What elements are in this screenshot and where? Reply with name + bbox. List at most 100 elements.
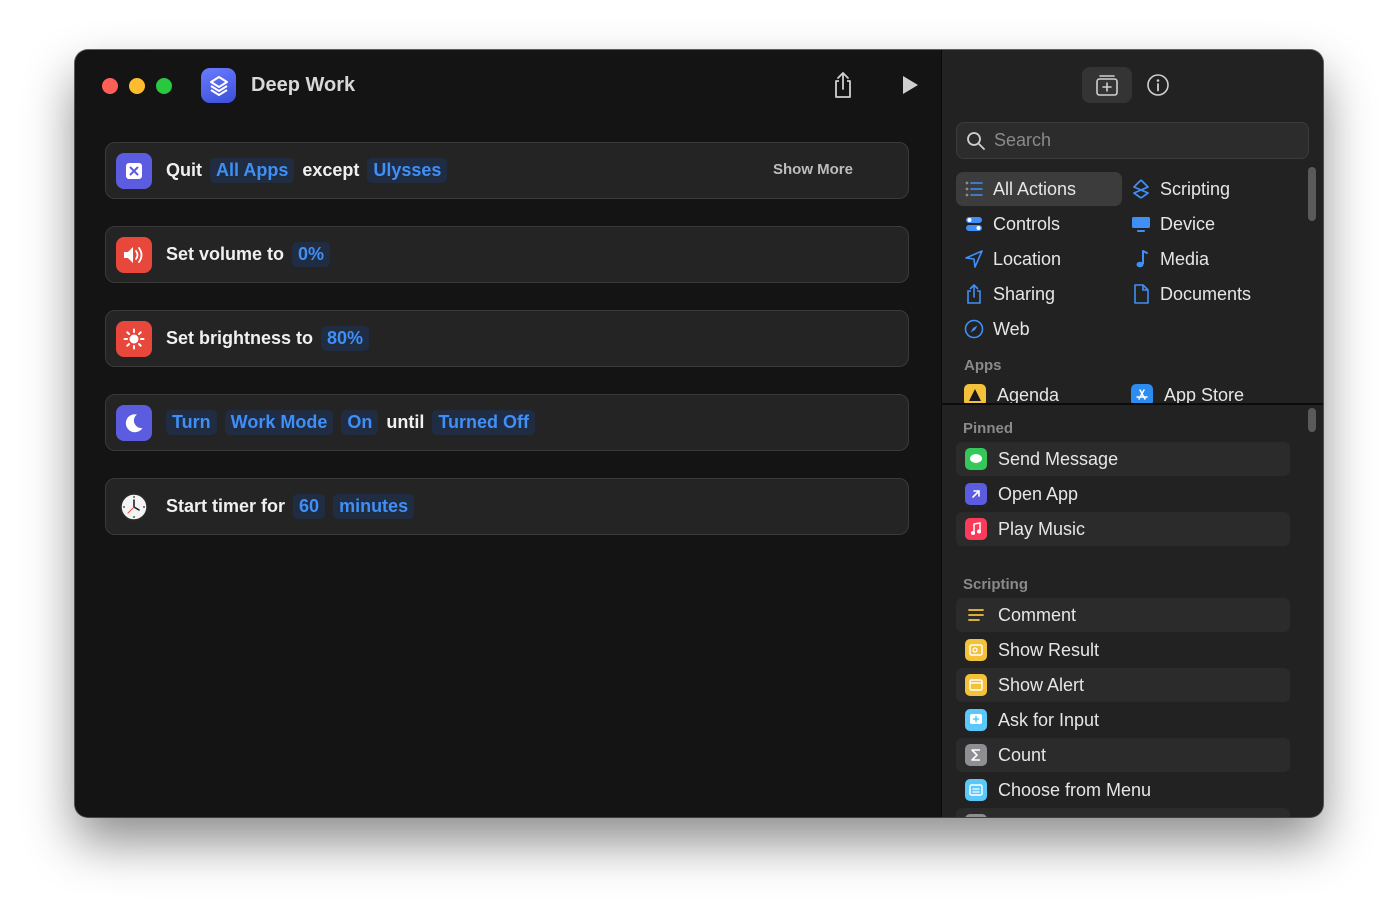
- turn-token[interactable]: Turn: [166, 410, 217, 435]
- search-icon: [967, 131, 985, 150]
- action-ask-for-input[interactable]: Ask for Input: [956, 703, 1290, 737]
- category-media[interactable]: Media: [1123, 242, 1289, 276]
- app-label: Agenda: [997, 384, 1060, 404]
- action-library-sidebar: All Actions Scripting Controls Device: [941, 50, 1323, 817]
- category-documents[interactable]: Documents: [1123, 277, 1289, 311]
- shortcut-editor: Deep Work Quit All Apps except Ulysses S…: [75, 50, 941, 817]
- action-show-alert[interactable]: Show Alert: [956, 668, 1290, 702]
- category-scrollbar[interactable]: [1308, 167, 1316, 221]
- scripting-icon: [1131, 179, 1151, 199]
- speaker-icon: [116, 236, 152, 273]
- ask-input-icon: [965, 709, 987, 731]
- category-label: Scripting: [1160, 178, 1231, 199]
- action-label: Send Message: [998, 448, 1119, 469]
- music-note-icon: [1131, 249, 1151, 269]
- run-button[interactable]: [893, 68, 927, 102]
- quit-app-action[interactable]: Quit All Apps except Ulysses Show More: [105, 142, 909, 199]
- action-search-field[interactable]: [956, 122, 1309, 159]
- action-show-result[interactable]: Show Result: [956, 633, 1290, 667]
- action-count[interactable]: Count: [956, 738, 1290, 772]
- timer-unit-token[interactable]: minutes: [333, 494, 415, 519]
- action-open-app[interactable]: Open App: [956, 477, 1290, 511]
- close-window-button[interactable]: [102, 78, 118, 94]
- comment-lines-icon: [965, 604, 987, 626]
- sigma-icon: [965, 744, 987, 766]
- start-timer-action[interactable]: Start timer for 60 minutes: [105, 478, 909, 535]
- partial-action-icon: [965, 814, 987, 817]
- category-web[interactable]: Web: [956, 312, 1122, 346]
- category-label: Documents: [1160, 283, 1252, 304]
- alert-window-icon: [965, 674, 987, 696]
- moon-icon: [116, 404, 152, 441]
- action-send-message[interactable]: Send Message: [956, 442, 1290, 476]
- until-label: until: [386, 412, 425, 432]
- category-label: Media: [1160, 248, 1210, 269]
- category-controls[interactable]: Controls: [956, 207, 1122, 241]
- brightness-value-token[interactable]: 80%: [321, 326, 370, 351]
- shortcuts-window: Deep Work Quit All Apps except Ulysses S…: [75, 50, 1323, 817]
- category-label: Device: [1160, 213, 1216, 234]
- zoom-window-button[interactable]: [156, 78, 172, 94]
- exception-app-token[interactable]: Ulysses: [367, 158, 448, 183]
- action-library-button[interactable]: [1082, 67, 1132, 103]
- except-label: except: [302, 160, 360, 180]
- minimize-window-button[interactable]: [129, 78, 145, 94]
- app-store-icon: [1131, 384, 1153, 403]
- menu-icon: [965, 779, 987, 801]
- sun-icon: [116, 320, 152, 357]
- category-label: Location: [993, 248, 1062, 269]
- display-icon: [1131, 214, 1151, 234]
- action-comment[interactable]: Comment: [956, 598, 1290, 632]
- category-label: Controls: [993, 213, 1061, 234]
- pane-divider[interactable]: [942, 403, 1323, 405]
- focus-state-token[interactable]: On: [341, 410, 379, 435]
- shortcuts-layers-icon: [209, 75, 228, 96]
- focus-end-token[interactable]: Turned Off: [432, 410, 535, 435]
- category-all-actions[interactable]: All Actions: [956, 172, 1122, 206]
- document-icon: [1131, 284, 1151, 304]
- action-play-music[interactable]: Play Music: [956, 512, 1290, 546]
- show-more-button[interactable]: Show More: [773, 161, 853, 178]
- search-input[interactable]: [994, 130, 1294, 151]
- quit-label: Quit: [166, 160, 202, 180]
- share-icon: [835, 72, 851, 98]
- shortcut-icon[interactable]: [201, 68, 236, 103]
- play-icon: [903, 76, 918, 94]
- set-focus-action[interactable]: Turn Work Mode On until Turned Off: [105, 394, 909, 451]
- action-label: Open App: [998, 483, 1079, 504]
- share-button[interactable]: [826, 68, 860, 102]
- set-brightness-action[interactable]: Set brightness to 80%: [105, 310, 909, 367]
- volume-value-token[interactable]: 0%: [292, 242, 331, 267]
- focus-mode-token[interactable]: Work Mode: [224, 410, 334, 435]
- window-controls: [102, 78, 172, 94]
- app-agenda[interactable]: Agenda: [956, 384, 1059, 403]
- show-result-icon: [965, 639, 987, 661]
- action-label: Comment: [998, 604, 1077, 625]
- action-choose-from-menu[interactable]: Choose from Menu: [956, 773, 1290, 807]
- category-sharing[interactable]: Sharing: [956, 277, 1122, 311]
- category-location[interactable]: Location: [956, 242, 1122, 276]
- info-icon: [1147, 74, 1169, 96]
- pinned-section-label: Pinned: [963, 420, 1014, 437]
- shortcut-title[interactable]: Deep Work: [251, 74, 355, 97]
- action-label: Count: [998, 744, 1047, 765]
- category-scripting[interactable]: Scripting: [1123, 172, 1289, 206]
- toggles-icon: [964, 214, 984, 234]
- category-label: All Actions: [993, 178, 1077, 199]
- action-label: Choose from Menu: [998, 779, 1152, 800]
- agenda-app-icon: [964, 384, 986, 403]
- app-app-store[interactable]: App Store: [1123, 384, 1244, 403]
- category-list: All Actions Scripting Controls Device Lo…: [956, 171, 1296, 403]
- action-list-scrollbar[interactable]: [1308, 408, 1316, 432]
- set-volume-action[interactable]: Set volume to 0%: [105, 226, 909, 283]
- shortcut-details-button[interactable]: [1133, 67, 1183, 103]
- action-list-item-partial[interactable]: [956, 808, 1290, 817]
- scripting-section-label: Scripting: [963, 576, 1029, 593]
- timer-value-token[interactable]: 60: [293, 494, 326, 519]
- category-device[interactable]: Device: [1123, 207, 1289, 241]
- open-app-icon: [965, 483, 987, 505]
- quit-target-token[interactable]: All Apps: [210, 158, 295, 183]
- set-volume-label: Set volume to: [166, 244, 285, 264]
- action-label: Show Alert: [998, 674, 1085, 695]
- clock-icon: [116, 489, 152, 525]
